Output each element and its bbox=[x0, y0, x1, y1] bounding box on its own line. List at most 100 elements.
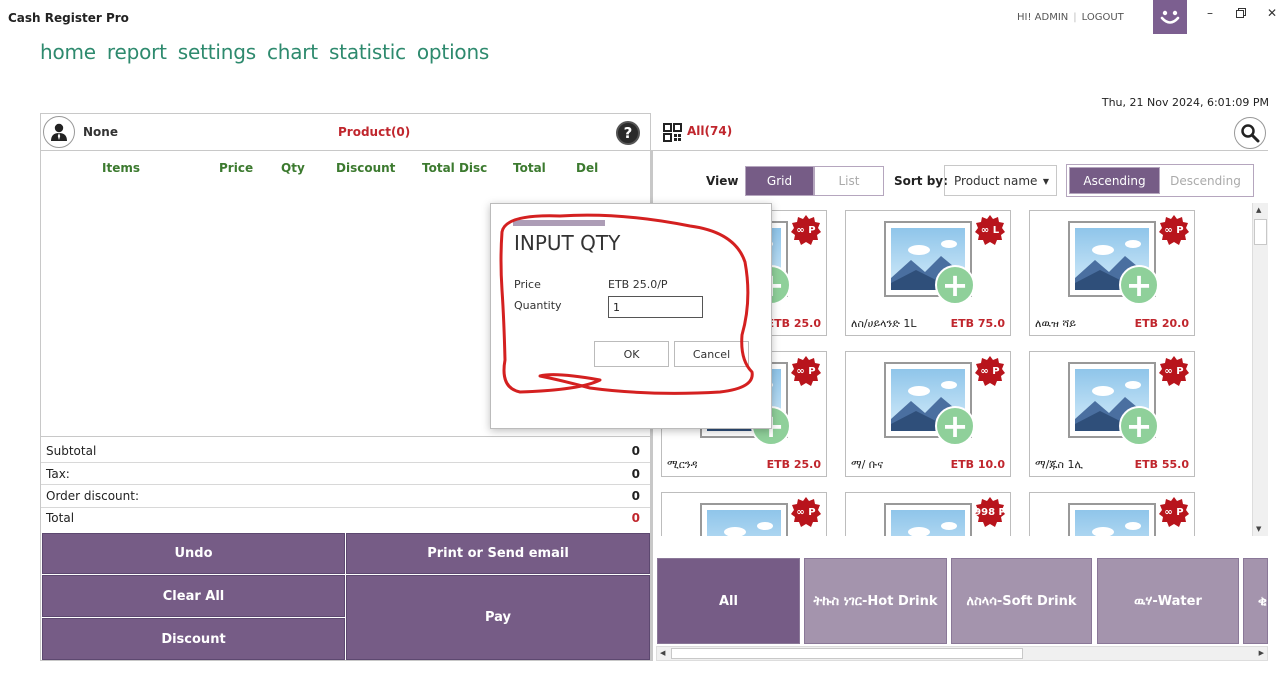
undo-button[interactable]: Undo bbox=[42, 533, 345, 574]
stock-badge-label: ∞ P bbox=[796, 224, 816, 236]
ascending-button[interactable]: Ascending bbox=[1069, 167, 1160, 194]
divider bbox=[652, 150, 1268, 151]
image-placeholder-icon bbox=[700, 503, 788, 536]
stock-badge: ∞ P bbox=[790, 355, 822, 387]
category-water[interactable]: ዉሃ-Water bbox=[1097, 558, 1239, 644]
view-list-button[interactable]: List bbox=[814, 166, 884, 196]
input-qty-dialog: INPUT QTY Price ETB 25.0/P Quantity OK C… bbox=[490, 203, 772, 429]
stock-badge: ∞ P bbox=[1158, 355, 1190, 387]
tax-value: 0 bbox=[631, 467, 640, 481]
nav-settings[interactable]: settings bbox=[178, 40, 256, 64]
nav-statistic[interactable]: statistic bbox=[329, 40, 406, 64]
price-value: ETB 25.0/P bbox=[608, 278, 668, 291]
sort-label: Sort by: bbox=[894, 174, 948, 188]
col-total-disc: Total Disc bbox=[422, 161, 488, 175]
nav-report[interactable]: report bbox=[107, 40, 167, 64]
horizontal-scrollbar[interactable]: ◀ ▶ bbox=[656, 646, 1268, 661]
product-name: ለዉዝ ሻይ bbox=[1035, 317, 1076, 330]
descending-button[interactable]: Descending bbox=[1160, 167, 1251, 194]
restore-icon[interactable] bbox=[1230, 5, 1252, 21]
product-card[interactable]: + ∞ L ለስ/ሀይላንድ 1L ETB 75.0 bbox=[845, 210, 1011, 336]
add-icon[interactable]: + bbox=[935, 406, 975, 446]
product-card[interactable]: +998 P bbox=[845, 492, 1011, 536]
view-label: View bbox=[706, 174, 739, 188]
category-soft-drink[interactable]: ለስላሳ-Soft Drink bbox=[951, 558, 1092, 644]
view-grid-button[interactable]: Grid bbox=[745, 166, 814, 196]
stock-badge-label: ∞ P bbox=[980, 365, 1000, 377]
product-card[interactable]: + ∞ P ማ/ ቡና ETB 10.0 bbox=[845, 351, 1011, 477]
col-total: Total bbox=[513, 161, 546, 175]
product-card[interactable]: +∞ P bbox=[661, 492, 827, 536]
divider bbox=[41, 462, 650, 463]
product-price: ETB 25.0 bbox=[766, 317, 821, 330]
ok-button[interactable]: OK bbox=[594, 341, 669, 367]
product-name: ማ/ጁስ 1ሊ bbox=[1035, 458, 1084, 471]
sort-value: Product name bbox=[954, 174, 1038, 188]
total-label: Total bbox=[46, 511, 75, 525]
quantity-input[interactable] bbox=[608, 296, 703, 318]
discount-button[interactable]: Discount bbox=[42, 618, 345, 660]
nav-options[interactable]: options bbox=[417, 40, 489, 64]
vertical-scrollbar[interactable]: ▲ ▼ bbox=[1252, 203, 1268, 536]
customer-name: None bbox=[83, 125, 118, 139]
product-price: ETB 25.0 bbox=[766, 458, 821, 471]
scroll-thumb[interactable] bbox=[1254, 219, 1267, 245]
product-name: ለስ/ሀይላንድ 1L bbox=[851, 317, 917, 330]
scroll-up-icon[interactable]: ▲ bbox=[1256, 206, 1261, 214]
product-price: ETB 75.0 bbox=[950, 317, 1005, 330]
add-icon[interactable]: + bbox=[1119, 265, 1159, 305]
add-icon[interactable]: + bbox=[1119, 406, 1159, 446]
help-icon[interactable]: ? bbox=[616, 121, 640, 145]
all-products-count[interactable]: All(74) bbox=[687, 124, 732, 138]
total-value: 0 bbox=[631, 511, 640, 525]
nav-chart[interactable]: chart bbox=[267, 40, 318, 64]
main-nav: home report settings chart statistic opt… bbox=[40, 40, 489, 64]
product-card[interactable]: + ∞ P ማ/ጁስ 1ሊ ETB 55.0 bbox=[1029, 351, 1195, 477]
user-area: HI! ADMIN | LOGOUT bbox=[1017, 12, 1124, 23]
col-discount: Discount bbox=[336, 161, 396, 175]
product-card[interactable]: +∞ P bbox=[1029, 492, 1195, 536]
smiley-icon[interactable] bbox=[1153, 0, 1187, 34]
cancel-button[interactable]: Cancel bbox=[674, 341, 749, 367]
stock-badge-label: ∞ P bbox=[1164, 365, 1184, 377]
stock-badge: ∞ P bbox=[1158, 214, 1190, 246]
divider bbox=[41, 507, 650, 508]
product-name: ማ/ ቡና bbox=[851, 458, 884, 471]
grid-icon[interactable] bbox=[663, 123, 682, 146]
clear-all-button[interactable]: Clear All bbox=[42, 575, 345, 617]
close-icon[interactable]: ✕ bbox=[1261, 5, 1280, 21]
datetime: Thu, 21 Nov 2024, 6:01:09 PM bbox=[1101, 96, 1269, 109]
nav-home[interactable]: home bbox=[40, 40, 96, 64]
stock-badge-label: 998 P bbox=[974, 506, 1006, 518]
customer-icon[interactable] bbox=[43, 116, 75, 148]
product-price: ETB 10.0 bbox=[950, 458, 1005, 471]
search-icon[interactable] bbox=[1234, 117, 1266, 149]
category-more[interactable]: ቂ bbox=[1243, 558, 1268, 644]
product-card[interactable]: + ∞ P ለዉዝ ሻይ ETB 20.0 bbox=[1029, 210, 1195, 336]
scroll-thumb[interactable] bbox=[671, 648, 1023, 659]
print-email-button[interactable]: Print or Send email bbox=[346, 533, 650, 574]
pay-button[interactable]: Pay bbox=[346, 575, 650, 660]
stock-badge: ∞ L bbox=[974, 214, 1006, 246]
product-price: ETB 55.0 bbox=[1134, 458, 1189, 471]
logout-link[interactable]: LOGOUT bbox=[1082, 12, 1124, 23]
order-discount-value: 0 bbox=[631, 489, 640, 503]
product-price: ETB 20.0 bbox=[1134, 317, 1189, 330]
dialog-accent bbox=[513, 220, 605, 226]
scroll-right-icon[interactable]: ▶ bbox=[1259, 649, 1264, 657]
stock-badge-label: ∞ P bbox=[1164, 506, 1184, 518]
customer-bar: None Product(0) ? bbox=[41, 114, 650, 151]
col-items: Items bbox=[102, 161, 140, 175]
add-icon[interactable]: + bbox=[935, 265, 975, 305]
stock-badge: ∞ P bbox=[790, 496, 822, 528]
scroll-left-icon[interactable]: ◀ bbox=[660, 649, 665, 657]
stock-badge: 998 P bbox=[974, 496, 1006, 528]
sort-select[interactable]: Product name ▼ bbox=[944, 165, 1057, 196]
stock-badge: ∞ P bbox=[790, 214, 822, 246]
minimize-icon[interactable]: – bbox=[1199, 5, 1221, 21]
scroll-down-icon[interactable]: ▼ bbox=[1256, 525, 1261, 533]
category-hot-drink[interactable]: ትኩስ ነገር-Hot Drink bbox=[804, 558, 947, 644]
tax-label: Tax: bbox=[46, 467, 70, 481]
category-all[interactable]: All bbox=[657, 558, 800, 644]
stock-badge-label: ∞ P bbox=[796, 365, 816, 377]
